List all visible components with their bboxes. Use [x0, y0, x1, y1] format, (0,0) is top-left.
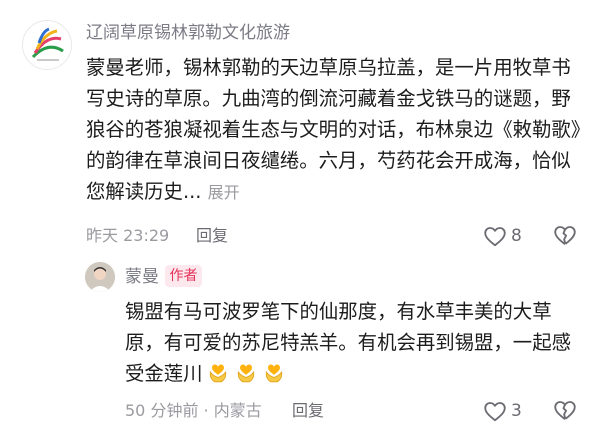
reply-text: 锡盟有马可波罗笔下的仙那度，有水草丰美的大草原，有可爱的苏尼特羔羊。有机会再到锡… — [125, 296, 583, 393]
emoji-group — [205, 358, 289, 393]
heart-hands-emoji-icon — [209, 364, 226, 383]
comment-timestamp: 昨天 23:29 — [86, 226, 170, 245]
like-button[interactable]: 8 — [482, 222, 522, 250]
heart-icon — [484, 402, 506, 422]
dislike-button[interactable] — [552, 222, 578, 248]
avatar[interactable] — [22, 20, 72, 70]
broken-heart-icon — [554, 401, 576, 420]
heart-hands-emoji-icon — [265, 364, 282, 383]
dislike-button[interactable] — [552, 397, 578, 423]
comment-text: 蒙曼老师，锡林郭勒的天边草原乌拉盖，是一片用牧草书写史诗的草原。九曲湾的倒流河藏… — [86, 52, 586, 208]
heart-hands-emoji-icon — [237, 364, 254, 383]
reply-author-name[interactable]: 蒙曼 — [125, 264, 159, 290]
like-count: 3 — [511, 401, 522, 421]
expand-link[interactable]: 展开 — [208, 183, 240, 202]
reply-button[interactable]: 回复 — [292, 397, 324, 425]
reply-body: 锡盟有马可波罗笔下的仙那度，有水草丰美的大草原，有可爱的苏尼特羔羊。有机会再到锡… — [125, 300, 571, 385]
broken-heart-icon — [554, 226, 576, 245]
comment-body: 蒙曼老师，锡林郭勒的天边草原乌拉盖，是一片用牧草书写史诗的草原。九曲湾的倒流河藏… — [86, 56, 581, 203]
reply-avatar[interactable] — [85, 262, 115, 292]
like-button[interactable]: 3 — [482, 397, 522, 425]
author-badge: 作者 — [165, 265, 202, 287]
like-count: 8 — [511, 226, 522, 246]
comment-author-name[interactable]: 辽阔草原锡林郭勒文化旅游 — [86, 20, 290, 46]
reply-timestamp-location: 50 分钟前 · 内蒙古 — [125, 401, 262, 420]
grassland-logo-icon — [23, 21, 71, 69]
reply-button[interactable]: 回复 — [196, 222, 228, 250]
heart-icon — [484, 227, 506, 247]
person-photo-icon — [85, 262, 115, 292]
